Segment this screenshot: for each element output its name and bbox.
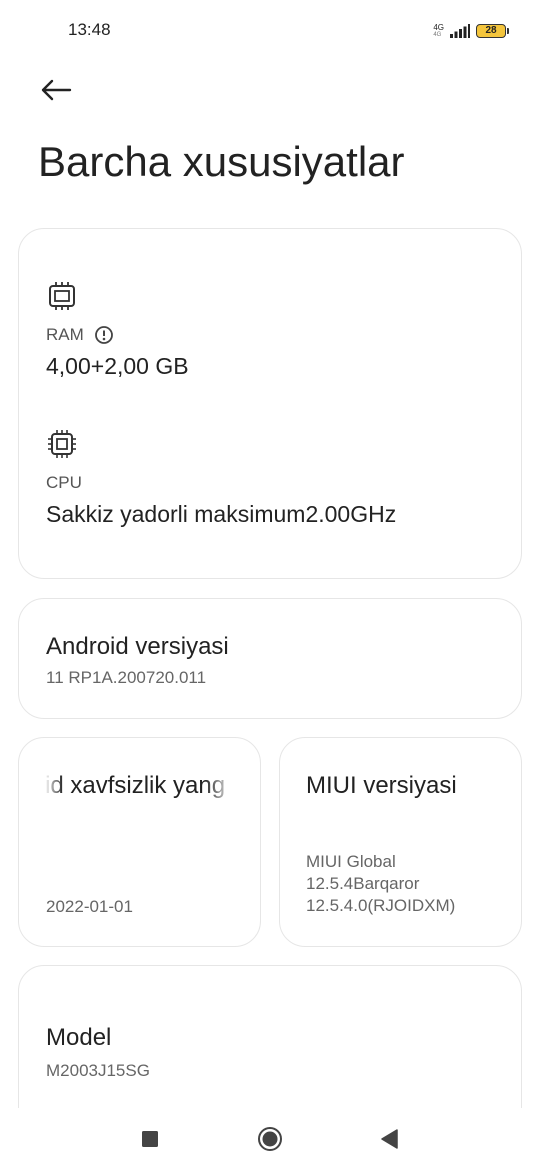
circle-icon — [258, 1127, 282, 1151]
arrow-left-icon — [41, 79, 72, 101]
android-version-title: Android versiyasi — [46, 633, 229, 660]
recents-button[interactable] — [135, 1124, 165, 1154]
square-icon — [142, 1131, 158, 1147]
android-version-value: 11 RP1A.200720.011 — [46, 668, 207, 687]
ram-label: RAM — [46, 325, 114, 345]
cpu-value: Sakkiz yadorli maksimum2.00GHz — [46, 501, 397, 527]
processor-icon — [48, 430, 76, 458]
miui-version-line2: 12.5.4Barqaror — [306, 874, 420, 893]
security-patch-title: id xavfsizlik yang — [45, 772, 226, 799]
system-back-button[interactable] — [374, 1124, 404, 1154]
model-title: Model — [46, 1024, 112, 1051]
navigation-bar — [0, 1108, 540, 1170]
hardware-card: RAM 4,00+2,00 GB CPU Sakkiz yadorli maks… — [18, 228, 522, 579]
network-type: 4G 4G — [433, 23, 444, 39]
status-time: 13:48 — [68, 20, 111, 39]
android-version-card[interactable]: Android versiyasi 11 RP1A.200720.011 — [18, 598, 522, 719]
battery-icon: 28 — [476, 24, 509, 38]
miui-version-line3: 12.5.4.0(RJOIDXM) — [306, 896, 456, 915]
back-button[interactable] — [40, 72, 80, 108]
info-icon[interactable] — [94, 325, 114, 345]
miui-version-card[interactable]: MIUI versiyasi MIUI Global 12.5.4Barqaro… — [279, 737, 522, 947]
triangle-back-icon — [381, 1129, 398, 1149]
chip-icon — [49, 282, 75, 310]
status-bar: 13:48 4G 4G 28 — [0, 0, 540, 62]
security-patch-card[interactable]: id xavfsizlik yang 2022-01-01 — [18, 737, 261, 947]
model-value: M2003J15SG — [46, 1061, 150, 1080]
miui-version-line1: MIUI Global — [306, 852, 396, 871]
ram-value: 4,00+2,00 GB — [46, 353, 189, 379]
page-title: Barcha xususiyatlar — [38, 138, 405, 185]
signal-icon — [450, 24, 470, 38]
battery-level: 28 — [485, 25, 497, 36]
security-patch-value: 2022-01-01 — [46, 897, 133, 916]
miui-version-title: MIUI versiyasi — [306, 772, 457, 799]
cpu-label: CPU — [46, 473, 82, 492]
home-button[interactable] — [255, 1124, 285, 1154]
status-icons: 4G 4G 28 — [433, 20, 509, 42]
